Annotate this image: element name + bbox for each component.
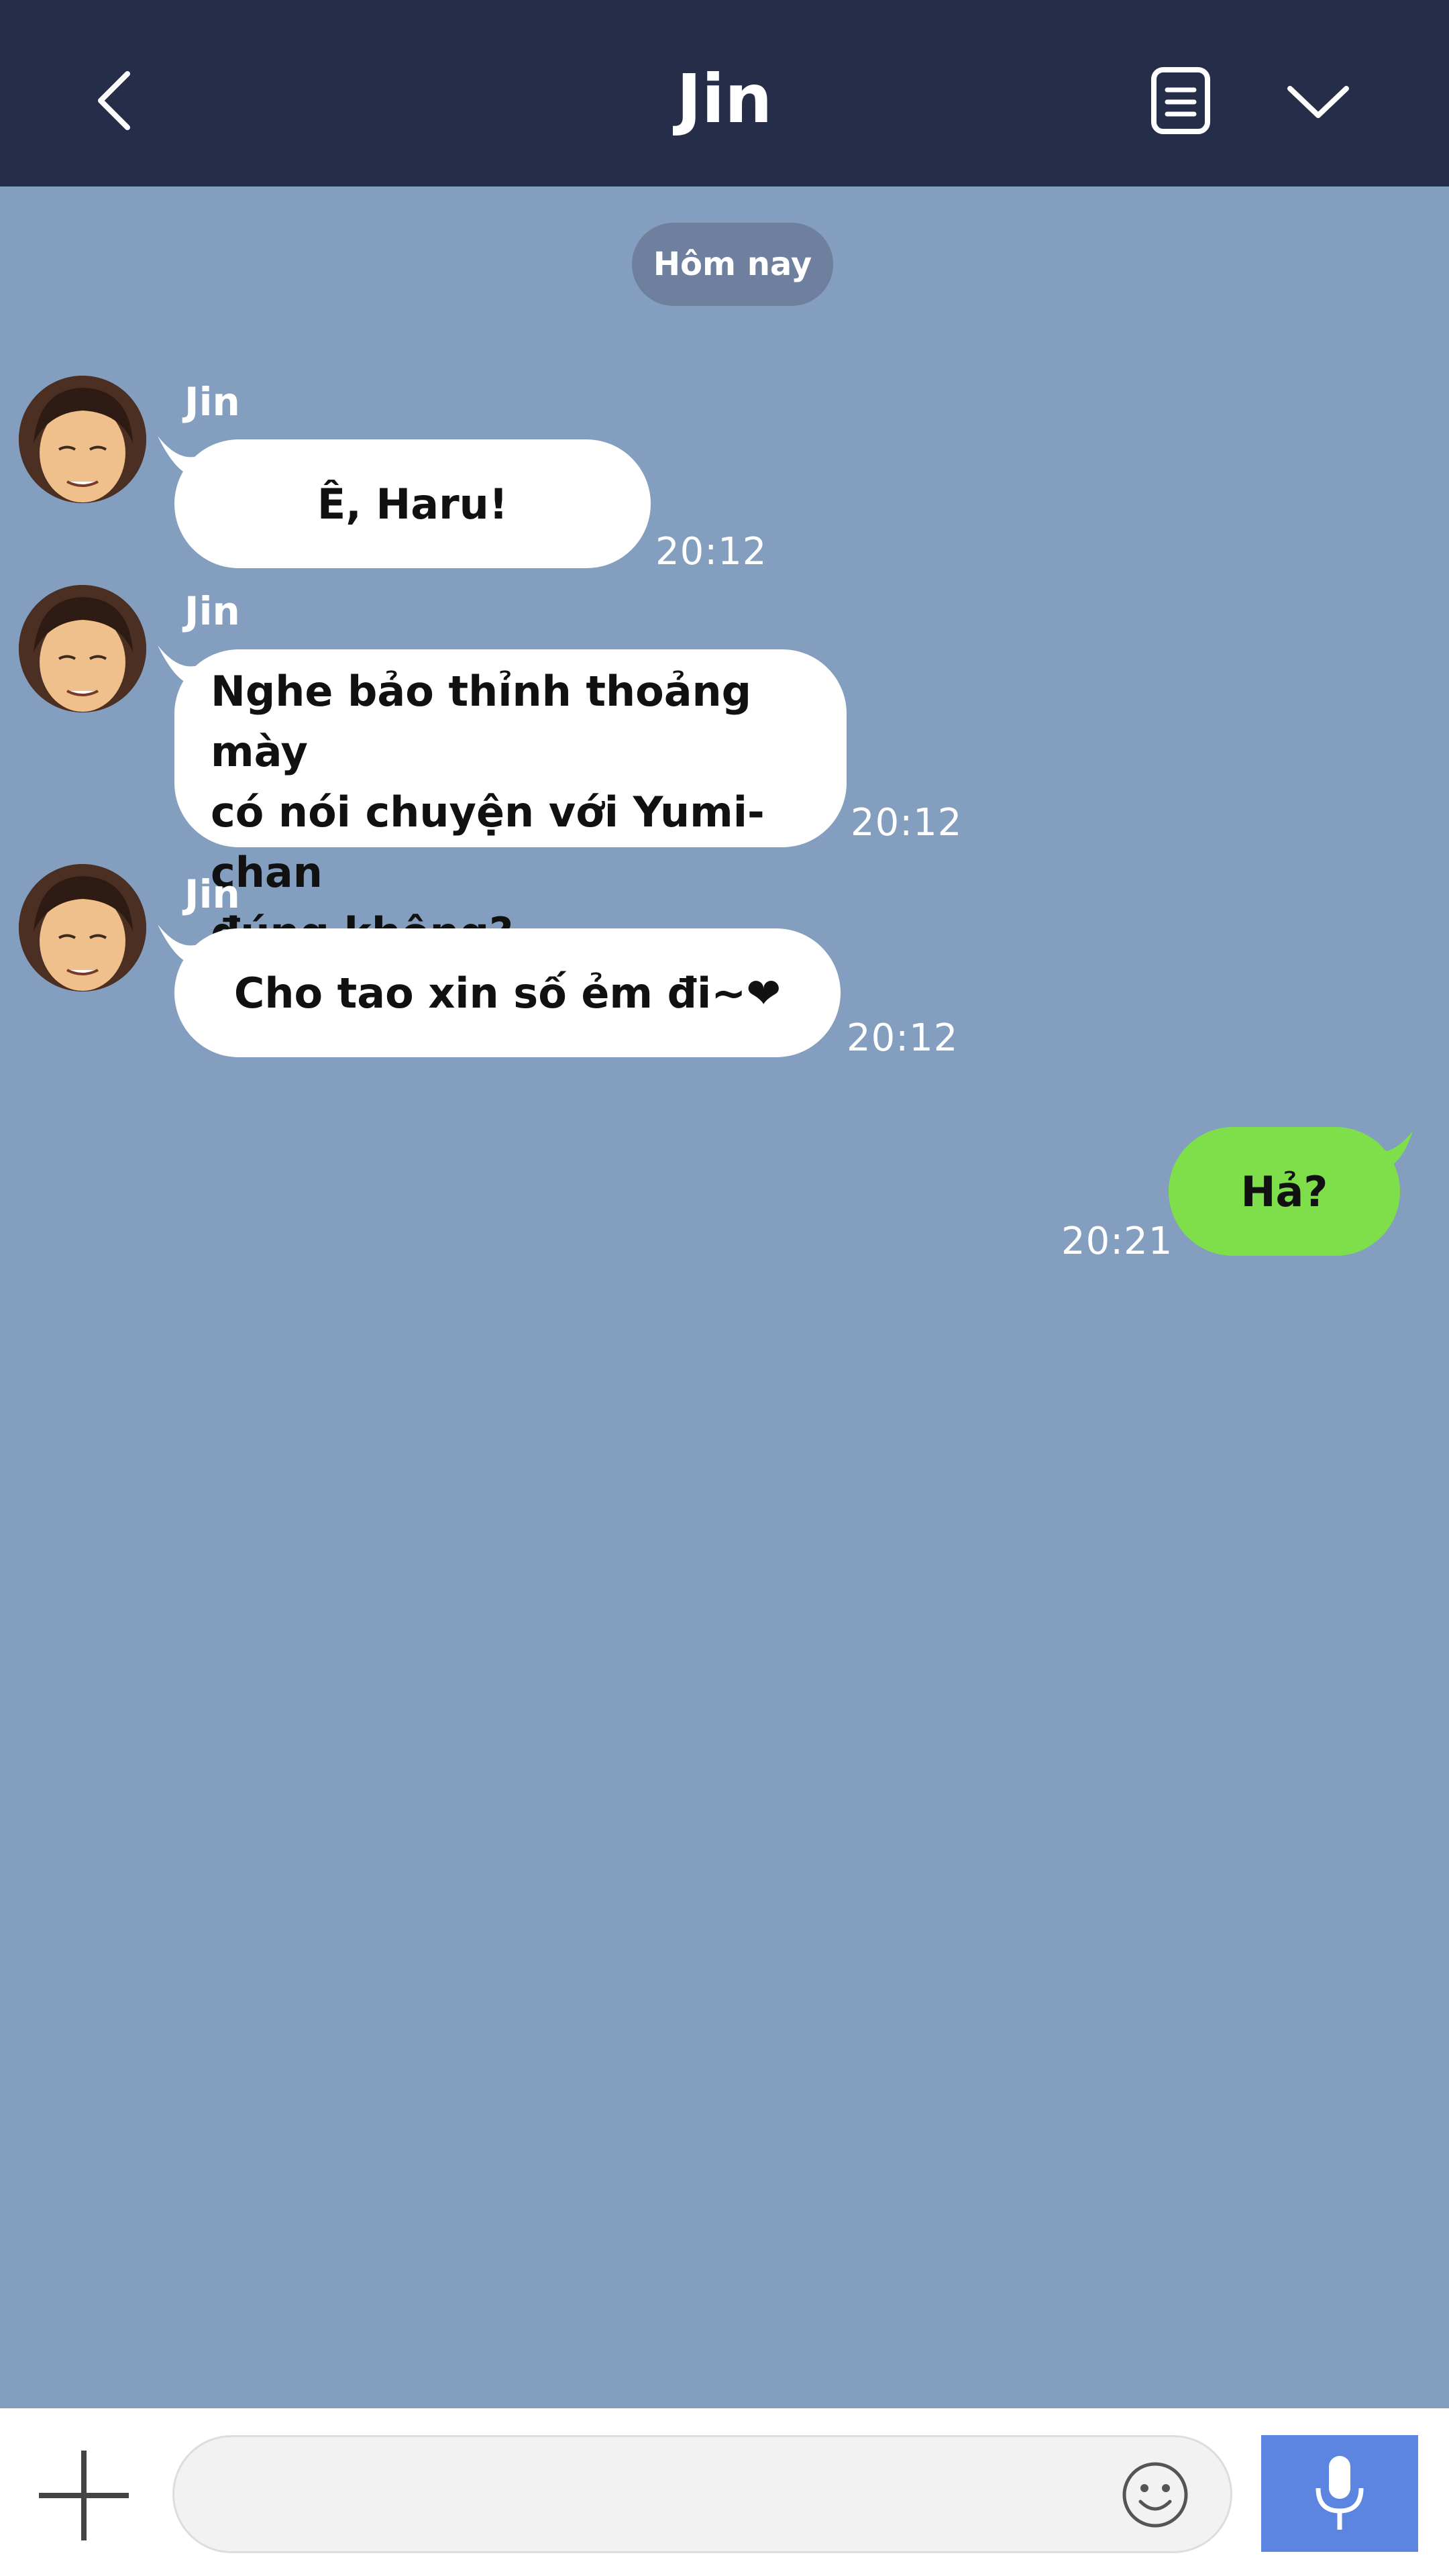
microphone-icon <box>1316 2456 1364 2530</box>
message-bubble[interactable]: Nghe bảo thỉnh thoảng mày có nói chuyện … <box>174 649 847 957</box>
add-attachment-button[interactable] <box>34 2445 134 2546</box>
message-input[interactable] <box>215 2437 1076 2553</box>
bubble-tail <box>1373 1131 1413 1172</box>
voice-record-button[interactable] <box>1261 2435 1418 2552</box>
message-bubble[interactable]: Ê, Haru! <box>174 439 651 568</box>
message-time: 20:12 <box>655 530 767 574</box>
avatar-face-illustration <box>19 376 146 503</box>
document-list-icon <box>1151 67 1210 134</box>
message-text: Hả? <box>1240 1167 1328 1216</box>
sender-name: Jin <box>184 588 240 634</box>
message-bubble[interactable]: Cho tao xin số ẻm đi~❤ <box>174 928 841 1057</box>
avatar[interactable] <box>19 376 146 503</box>
sender-name: Jin <box>184 379 240 425</box>
sender-name: Jin <box>184 871 240 917</box>
message-line: Nghe bảo thỉnh thoảng mày <box>211 667 752 776</box>
plus-icon <box>39 2451 129 2540</box>
message-text: Ê, Haru! <box>317 479 508 529</box>
smiley-icon <box>1122 2462 1188 2528</box>
chat-header: Jin <box>0 0 1449 186</box>
message-bubble-outgoing[interactable]: Hả? <box>1169 1127 1400 1256</box>
dropdown-button[interactable] <box>1278 60 1358 141</box>
avatar-face-illustration <box>19 864 146 991</box>
message-field[interactable] <box>172 2435 1232 2553</box>
message-line: có nói chuyện với Yumi-chan <box>211 788 765 897</box>
message-time: 20:12 <box>851 801 963 845</box>
avatar-face-illustration <box>19 585 146 712</box>
date-divider: Hôm nay <box>632 223 833 306</box>
avatar[interactable] <box>19 864 146 991</box>
notes-button[interactable] <box>1140 60 1221 141</box>
emoji-button[interactable] <box>1120 2460 1190 2530</box>
message-input-bar <box>0 2408 1449 2576</box>
message-time: 20:12 <box>847 1016 959 1060</box>
avatar[interactable] <box>19 585 146 712</box>
chat-title: Jin <box>676 60 773 138</box>
message-time: 20:21 <box>1061 1220 1173 1263</box>
message-text: Cho tao xin số ẻm đi~❤ <box>233 968 782 1018</box>
message-list[interactable]: Hôm nay Jin Ê, Haru! 20:12 Jin Nghe bảo … <box>0 186 1449 2408</box>
chevron-down-icon <box>1287 86 1349 118</box>
